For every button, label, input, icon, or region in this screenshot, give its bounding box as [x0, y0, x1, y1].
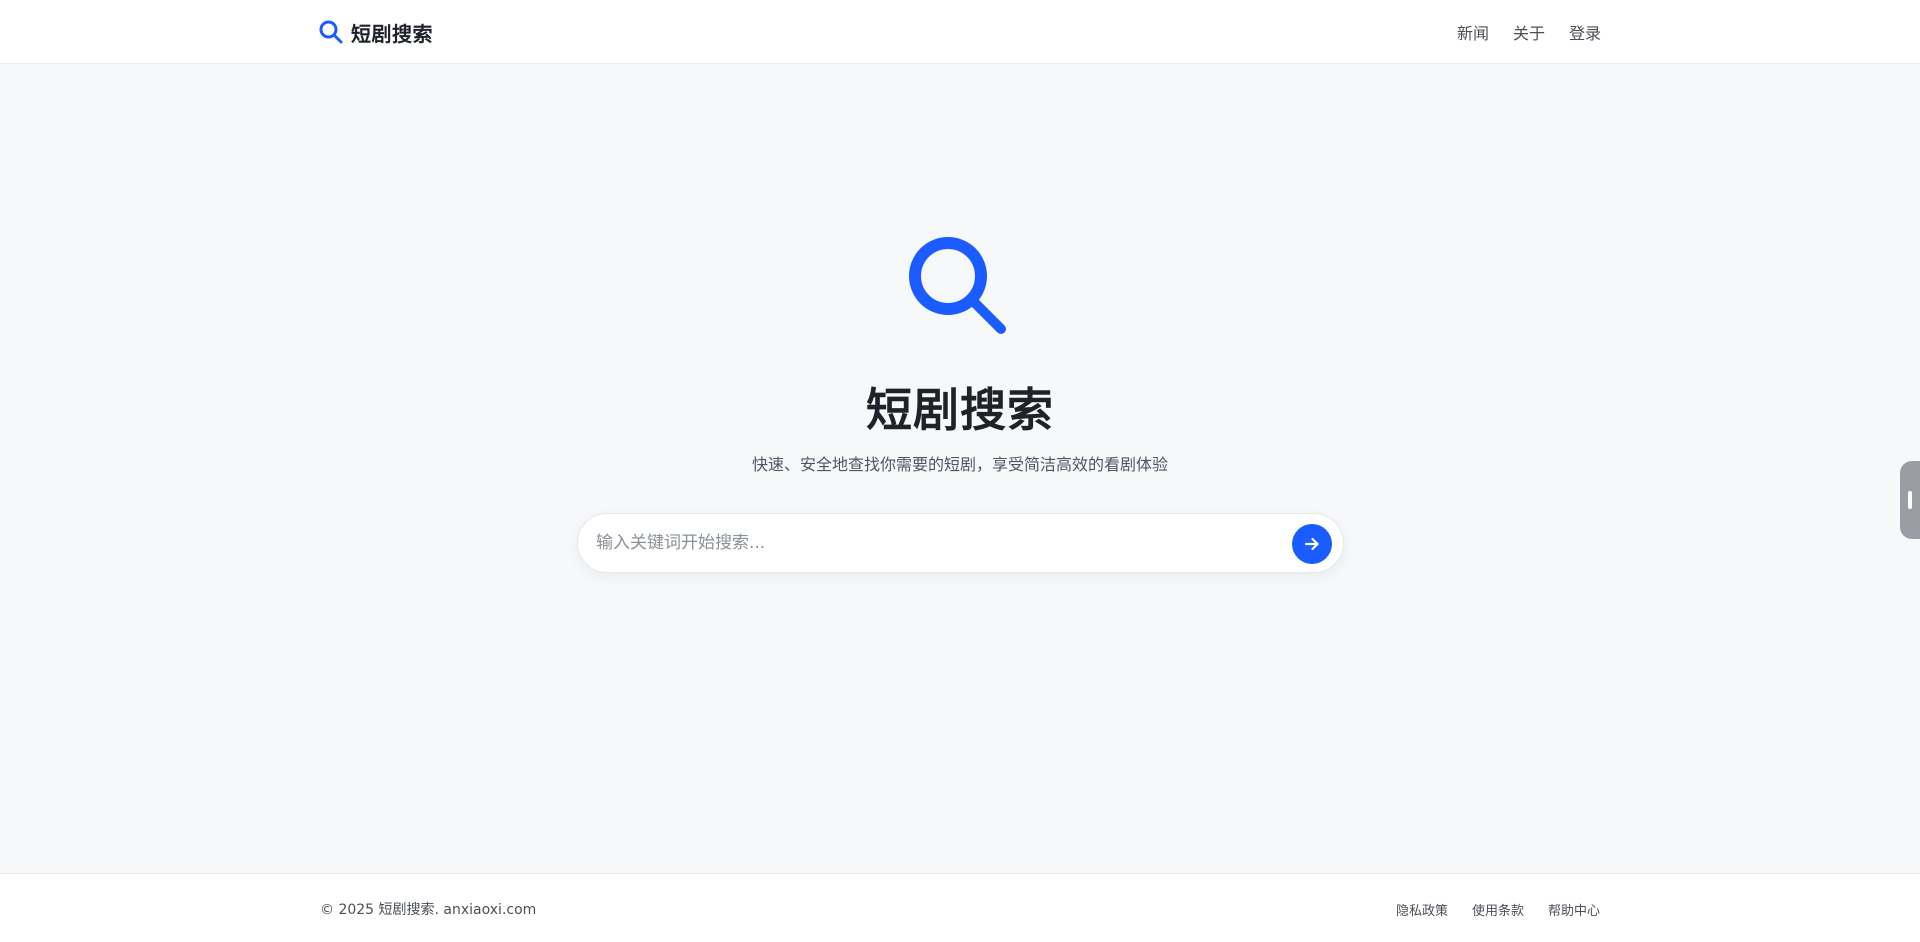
- footer-link-privacy[interactable]: 隐私政策: [1396, 900, 1448, 919]
- nav-about-link[interactable]: 关于: [1513, 20, 1545, 44]
- nav-news-link[interactable]: 新闻: [1457, 20, 1489, 44]
- top-navbar: 短剧搜索 新闻 关于 登录: [0, 0, 1920, 64]
- brand-logo[interactable]: 短剧搜索: [318, 18, 433, 46]
- main-nav: 新闻 关于 登录: [1457, 20, 1601, 44]
- footer-links: 隐私政策 使用条款 帮助中心: [1396, 900, 1600, 919]
- side-drawer-handle[interactable]: [1900, 461, 1920, 539]
- copyright-text: © 2025 短剧搜索. anxiaoxi.com: [320, 902, 537, 918]
- footer-link-terms[interactable]: 使用条款: [1472, 900, 1524, 919]
- search-submit-button[interactable]: [1292, 524, 1332, 564]
- search-bar: [577, 513, 1344, 573]
- page-title: 短剧搜索: [866, 383, 1054, 437]
- grip-icon: [1908, 491, 1912, 509]
- footer-link-help[interactable]: 帮助中心: [1548, 900, 1600, 919]
- search-input[interactable]: [596, 514, 1256, 572]
- page-footer: © 2025 短剧搜索. anxiaoxi.com 隐私政策 使用条款 帮助中心: [0, 873, 1920, 942]
- page-subtitle: 快速、安全地查找你需要的短剧，享受简洁高效的看剧体验: [751, 455, 1168, 474]
- nav-login-link[interactable]: 登录: [1569, 20, 1601, 44]
- arrow-right-icon: [1304, 537, 1319, 551]
- search-icon: [319, 20, 343, 44]
- brand-name: 短剧搜索: [351, 21, 433, 46]
- search-icon: [909, 237, 1006, 334]
